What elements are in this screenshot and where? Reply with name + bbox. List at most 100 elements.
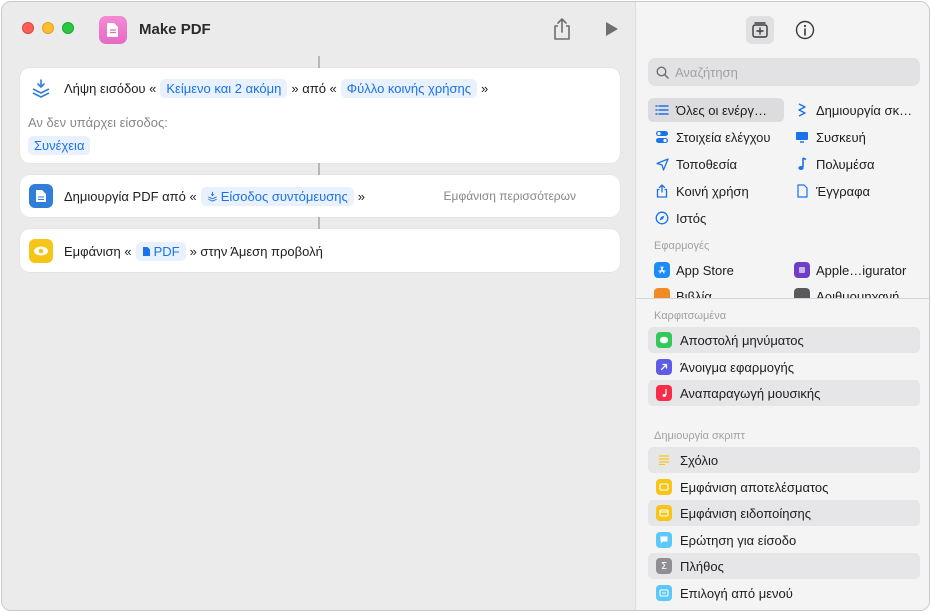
shortcut-editor: Make PDF Λήψη εισόδου « Κείμενο και 2 ακ… [2,2,635,610]
share-icon[interactable] [551,17,573,41]
search-input[interactable] [675,64,905,80]
comment-lines-icon [656,452,672,468]
app-label: Αριθμομηχανή [816,288,900,299]
action-text: » [357,189,366,204]
category-label: Τοποθεσία [676,156,738,172]
action-receive-input-row: Λήψη εισόδου « Κείμενο και 2 ακόμη » από… [64,79,488,98]
toggle-icon [654,129,670,145]
layers-icon [207,191,217,202]
menu-icon [656,585,672,601]
flow-connector [318,163,320,175]
script-count[interactable]: Σ Πλήθος [648,553,920,579]
compass-icon [654,210,670,226]
apps-overflow: Βιβλία Αριθμομηχανή [636,282,929,298]
scripting-icon [794,102,810,118]
token-label: Κείμενο και 2 ακόμη [166,81,282,96]
category-label: Όλες οι ενέργ… [676,102,767,118]
shortcut-title[interactable]: Make PDF [139,21,211,38]
close-window-button[interactable] [22,22,34,34]
pdf-variable-token[interactable]: PDF [135,242,186,261]
list-icon [654,102,670,118]
action-make-pdf[interactable]: Δημιουργία PDF από « Είσοδος συντόμευσης… [20,175,620,217]
category-all-actions[interactable]: Όλες οι ενέργ… [648,98,784,122]
pinned-play-music[interactable]: Αναπαραγωγή μουσικής [648,380,920,406]
layers-input-icon [32,79,50,98]
action-quick-look-row: Εμφάνιση « PDF » στην Άμεση προβολή [64,242,323,261]
category-sharing[interactable]: Κοινή χρήση [648,179,749,203]
app-apple-configurator[interactable]: Apple…igurator [788,258,906,282]
suggested-actions: Καρφιτσωμένα Αποστολή μηνύματος Άνοιγμα … [636,299,929,610]
open-app-arrow-icon [656,359,672,375]
category-media[interactable]: Πολυμέσα [788,152,875,176]
category-web[interactable]: Ιστός [648,206,706,230]
app-calculator[interactable]: Αριθμομηχανή [788,284,899,298]
music-note-icon [656,385,672,401]
document-icon [794,183,810,199]
category-controls[interactable]: Στοιχεία ελέγχου [648,125,771,149]
token-label: Είσοδος συντόμευσης [220,189,348,204]
category-label: Κοινή χρήση [676,183,749,199]
pdf-document-icon [29,184,53,208]
pinned-open-app[interactable]: Άνοιγμα εφαρμογής [648,354,920,380]
no-input-label: Αν δεν υπάρχει είσοδος: [28,115,168,130]
action-label: Σχόλιο [680,452,719,468]
script-comment[interactable]: Σχόλιο [648,447,920,473]
category-scripting[interactable]: Δημιουργία σκ… [788,98,912,122]
token-label: Συνέχεια [34,138,85,153]
action-label: Εμφάνιση ειδοποίησης [680,505,811,521]
script-ask-for-input[interactable]: Ερώτηση για είσοδο [648,527,920,553]
add-action-icon [752,22,768,38]
action-quick-look[interactable]: Εμφάνιση « PDF » στην Άμεση προβολή [20,229,620,272]
search-field[interactable] [648,58,920,86]
shortcuts-window: Make PDF Λήψη εισόδου « Κείμενο και 2 ακ… [1,1,930,611]
script-choose-from-menu[interactable]: Επιλογή από μενού [648,580,920,606]
app-store-icon [654,262,670,278]
category-location[interactable]: Τοποθεσία [648,152,737,176]
script-show-notification[interactable]: Εμφάνιση ειδοποίησης [648,500,920,526]
category-device[interactable]: Συσκευή [788,125,866,149]
show-more-button[interactable]: Εμφάνιση περισσότερων [444,189,576,203]
app-app-store[interactable]: App Store [648,258,734,282]
script-show-result[interactable]: Εμφάνιση αποτελέσματος [648,474,920,500]
library-tab-button[interactable] [746,16,774,44]
action-text: » από « [291,81,337,96]
display-icon [794,129,810,145]
no-input-behavior-token[interactable]: Συνέχεια [28,136,91,155]
flow-connector [318,56,320,68]
pinned-send-message[interactable]: Αποστολή μηνύματος [648,327,920,353]
category-label: Συσκευή [816,129,866,145]
play-icon[interactable] [604,20,620,38]
action-label: Άνοιγμα εφαρμογής [680,359,795,375]
info-icon[interactable] [794,19,816,41]
category-label: Πολυμέσα [816,156,875,172]
no-input-row: Συνέχεια [24,136,94,155]
action-text: Δημιουργία PDF από « [64,189,197,204]
category-label: Έγγραφα [816,183,871,199]
notification-icon [656,505,672,521]
window-controls [22,22,74,34]
app-books[interactable]: Βιβλία [648,284,712,298]
music-note-icon [794,156,810,172]
app-label: App Store [676,262,734,278]
action-receive-input[interactable]: Λήψη εισόδου « Κείμενο και 2 ακόμη » από… [20,68,620,163]
location-arrow-icon [654,156,670,172]
document-icon [107,23,118,37]
shortcut-icon[interactable] [99,16,127,44]
configurator-icon [794,262,810,278]
category-documents[interactable]: Έγγραφα [788,179,870,203]
document-icon [142,247,150,256]
minimize-window-button[interactable] [42,22,54,34]
search-icon [656,65,669,79]
action-label: Αναπαραγωγή μουσικής [680,385,821,401]
token-label: Φύλλο κοινής χρήσης [346,81,471,96]
category-label: Στοιχεία ελέγχου [676,129,771,145]
eye-icon [29,239,53,263]
input-source-token[interactable]: Φύλλο κοινής χρήσης [340,79,477,98]
action-label: Εμφάνιση αποτελέσματος [680,479,829,495]
shortcut-input-token[interactable]: Είσοδος συντόμευσης [200,187,354,206]
input-types-token[interactable]: Κείμενο και 2 ακόμη [160,79,288,98]
message-icon [656,332,672,348]
zoom-window-button[interactable] [62,22,74,34]
action-text: Εμφάνιση « [64,244,132,259]
action-label: Αποστολή μηνύματος [680,332,804,348]
